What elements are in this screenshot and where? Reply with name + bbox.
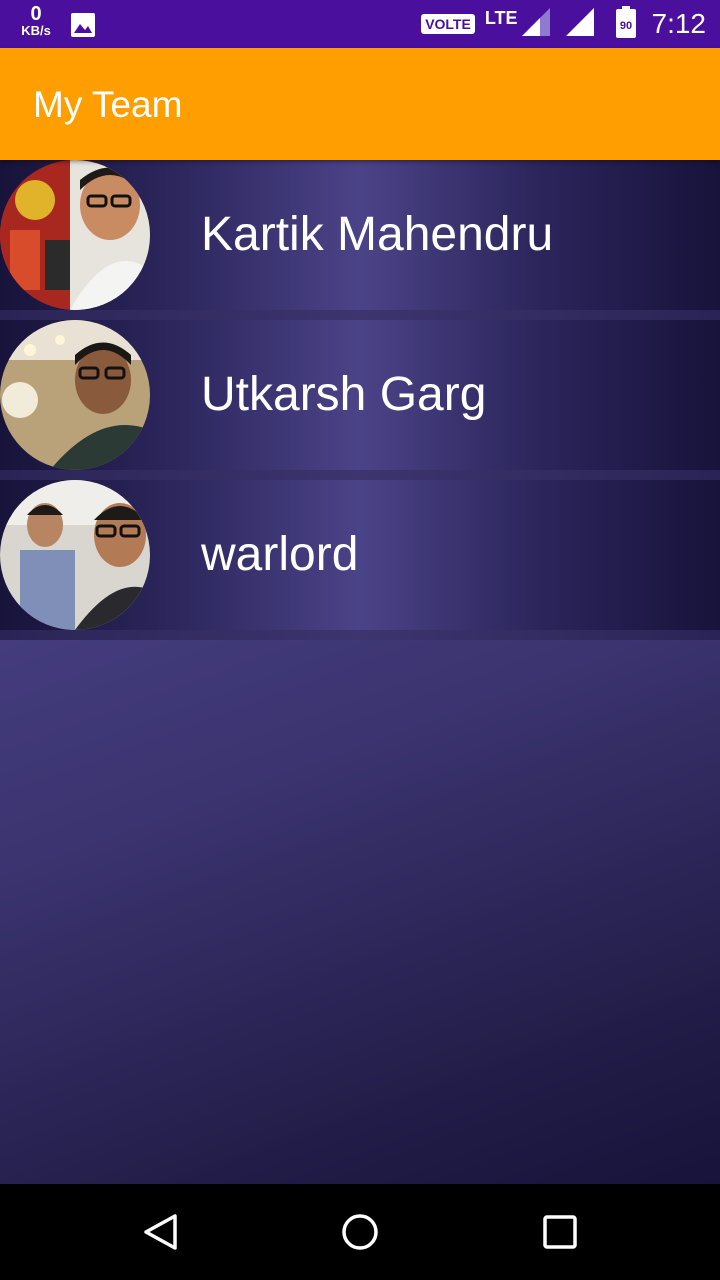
team-member-item[interactable]: Kartik Mahendru: [0, 160, 720, 320]
network-speed-value: 0: [30, 3, 42, 25]
divider: [0, 630, 720, 640]
app-bar: My Team: [0, 48, 720, 160]
signal-icon: [521, 7, 552, 41]
battery-icon: 90: [615, 5, 636, 43]
page-title: My Team: [33, 84, 183, 125]
network-speed-unit: KB/s: [21, 23, 51, 38]
home-icon[interactable]: [340, 1212, 380, 1252]
recents-icon[interactable]: [540, 1212, 580, 1252]
clock: 7:12: [651, 8, 707, 39]
avatar: [0, 320, 150, 470]
battery-level: 90: [619, 20, 631, 32]
member-name: Utkarsh Garg: [201, 368, 487, 421]
lte-label: LTE: [484, 7, 518, 28]
divider: [0, 470, 720, 480]
member-name: warlord: [201, 528, 359, 581]
network-speed-indicator: 0 KB/s: [18, 4, 54, 38]
avatar: [0, 160, 150, 310]
back-icon[interactable]: [140, 1212, 180, 1252]
team-member-item[interactable]: warlord: [0, 480, 720, 640]
volte-badge: VOLTE: [421, 14, 475, 34]
divider: [0, 310, 720, 320]
gallery-icon: [70, 12, 96, 43]
avatar: [0, 480, 150, 630]
team-member-item[interactable]: Utkarsh Garg: [0, 320, 720, 480]
member-name: Kartik Mahendru: [201, 208, 554, 261]
signal-icon: [565, 7, 596, 41]
status-bar: 0 KB/s VOLTE LTE 90 7:12: [0, 0, 720, 48]
navigation-bar: [0, 1184, 720, 1280]
team-list-container: Kartik Mahendru Utkarsh Garg warlord: [0, 160, 720, 1184]
